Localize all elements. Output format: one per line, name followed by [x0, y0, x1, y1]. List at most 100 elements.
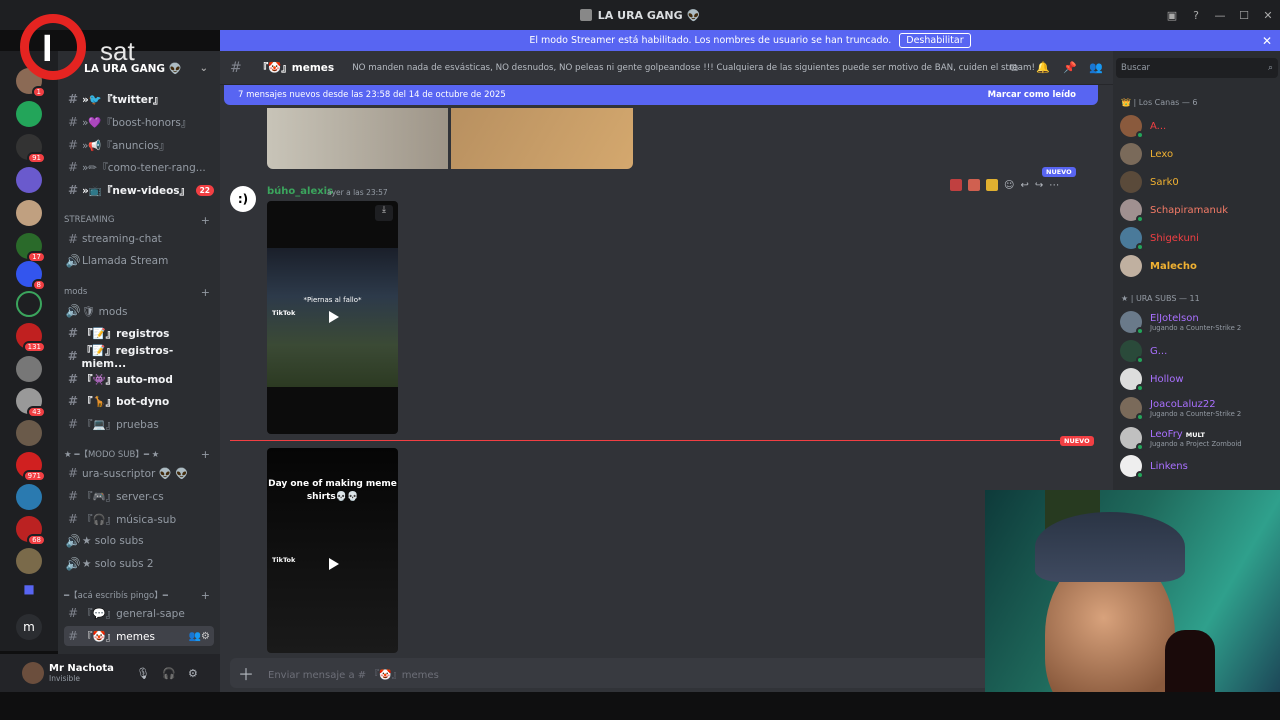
attachment-image[interactable]: [267, 108, 448, 169]
category-streaming[interactable]: STREAMING +: [64, 213, 214, 227]
logo-ring: [20, 14, 86, 80]
member-item[interactable]: A...: [1120, 113, 1280, 139]
close-banner-icon[interactable]: ✕: [1262, 34, 1272, 48]
search-input[interactable]: Buscar ⌕: [1116, 58, 1278, 78]
attachment-image[interactable]: [451, 108, 633, 169]
channel-topic[interactable]: NO manden nada de esvásticas, NO desnudo…: [352, 63, 1035, 73]
attach-plus-icon[interactable]: ＋: [238, 661, 254, 685]
member-item[interactable]: Lexo: [1120, 141, 1280, 167]
server-icon-11[interactable]: 43: [16, 388, 46, 418]
bell-icon[interactable]: 🔔: [1036, 61, 1050, 74]
add-channel-icon[interactable]: +: [201, 589, 210, 602]
member-item[interactable]: Sark0: [1120, 169, 1280, 195]
member-item[interactable]: Shigekuni: [1120, 225, 1280, 251]
server-icon-10[interactable]: [16, 356, 42, 382]
channel-registros-miembros[interactable]: # 『📝』registros-miem...: [64, 345, 214, 370]
threads-icon[interactable]: ⧉: [1010, 61, 1018, 75]
message-author[interactable]: búho_alexis: [267, 186, 333, 197]
add-channel-icon[interactable]: +: [201, 448, 210, 461]
pin-icon[interactable]: 📌: [1063, 61, 1077, 74]
minimize-icon[interactable]: —: [1208, 9, 1232, 22]
server-icon-9[interactable]: 131: [16, 323, 46, 353]
avatar[interactable]: :): [230, 186, 256, 212]
member-item[interactable]: Schapiramanuk: [1120, 197, 1280, 223]
channel-anuncios[interactable]: # »📢『anuncios』: [64, 135, 214, 155]
video-attachment[interactable]: Day one of making meme shirts💀💀 TikTok: [267, 448, 398, 653]
channel-server-cs[interactable]: # 『🎮』server-cs: [64, 486, 214, 506]
channel-solo-subs[interactable]: 🔊 ★ solo subs: [64, 531, 214, 551]
disable-streamer-button[interactable]: Deshabilitar: [899, 33, 971, 48]
members-icon[interactable]: 👥: [1089, 61, 1103, 74]
server-icon-14[interactable]: [16, 484, 42, 510]
settings-gear-icon[interactable]: ⚙: [188, 667, 198, 680]
folder-icon[interactable]: ■: [16, 582, 42, 608]
more-icon[interactable]: ⋯: [1049, 180, 1059, 191]
server-icon-m[interactable]: m: [16, 614, 42, 640]
category-aca-escribis[interactable]: ━【acá escribís pingo】━ +: [64, 588, 214, 602]
server-icon-12[interactable]: [16, 420, 42, 446]
server-icon-3[interactable]: 91: [16, 134, 46, 164]
add-reaction-icon[interactable]: ☺: [1004, 180, 1014, 191]
channel-solo-subs-2[interactable]: 🔊 ★ solo subs 2: [64, 554, 214, 574]
maximize-icon[interactable]: ☐: [1232, 9, 1256, 22]
play-icon[interactable]: [329, 558, 339, 570]
channel-streaming-chat[interactable]: # streaming-chat: [64, 229, 214, 249]
channel-musica-sub[interactable]: # 『🎧』música-sub: [64, 509, 214, 529]
member-name: LeoFry: [1150, 428, 1183, 440]
reaction-emoji[interactable]: [968, 179, 980, 191]
member-item[interactable]: LeoFry MULT Jugando a Project Zomboid: [1120, 425, 1280, 451]
close-window-icon[interactable]: ✕: [1256, 9, 1280, 22]
channel-llamada-stream[interactable]: 🔊 Llamada Stream: [64, 251, 214, 271]
server-icon-16[interactable]: [16, 548, 42, 574]
server-icon-8[interactable]: [16, 291, 42, 317]
server-icon: [579, 9, 592, 21]
category-modo-sub[interactable]: ★ ━【MODO SUB】━ ★ +: [64, 447, 214, 461]
headphones-icon[interactable]: 🎧: [162, 667, 176, 680]
add-channel-icon[interactable]: +: [201, 286, 210, 299]
channel-bot-dyno[interactable]: # 『🦒』bot-dyno: [64, 391, 214, 411]
server-icon-5[interactable]: [16, 200, 42, 226]
avatar[interactable]: [22, 662, 44, 684]
server-icon-7[interactable]: 8: [16, 261, 46, 291]
channel-twitter[interactable]: # »🐦『twitter』: [64, 89, 214, 109]
channel-pruebas[interactable]: # 『💻』pruebas: [64, 414, 214, 434]
play-icon[interactable]: [329, 311, 339, 323]
channel-mods[interactable]: 🔊 🛡 mods: [64, 301, 214, 321]
channel-settings-icon[interactable]: 👥⚙: [189, 631, 210, 642]
inbox-icon[interactable]: ▣: [1160, 9, 1184, 22]
member-item[interactable]: Linkens: [1120, 453, 1280, 479]
member-item[interactable]: G...: [1120, 338, 1280, 364]
mark-as-read-button[interactable]: Marcar como leído: [988, 90, 1076, 100]
channel-new-videos[interactable]: # »📺『new-videos』 22: [64, 180, 214, 200]
channel-general-sape[interactable]: # 『💬』general-sape: [64, 603, 214, 623]
download-icon[interactable]: ⤓: [375, 205, 393, 221]
new-messages-bar[interactable]: 7 mensajes nuevos desde las 23:58 del 14…: [224, 85, 1098, 105]
microphone-icon[interactable]: 🎙: [136, 667, 150, 680]
channel-label: 『📝』registros: [82, 327, 170, 340]
server-icon-4[interactable]: [16, 167, 42, 193]
server-icon-6[interactable]: 17: [16, 233, 46, 263]
add-channel-icon[interactable]: +: [201, 214, 210, 227]
channel-memes[interactable]: # 『🤡』memes 👥⚙: [64, 626, 214, 646]
channel-auto-mod[interactable]: # 『👾』auto-mod: [64, 369, 214, 389]
member-item[interactable]: JoacoLaluz22 Jugando a Counter-Strike 2: [1120, 395, 1280, 421]
member-item[interactable]: Malecho: [1120, 253, 1280, 279]
server-icon-13[interactable]: 971: [16, 452, 46, 482]
server-icon-2[interactable]: [16, 101, 42, 127]
channel-ura-suscriptor[interactable]: # ura-suscriptor 👽 👽: [64, 463, 214, 483]
server-icon-15[interactable]: 68: [16, 516, 46, 546]
composer-placeholder[interactable]: Enviar mensaje a # 『🤡』memes: [268, 666, 439, 681]
category-mods[interactable]: mods +: [64, 285, 214, 299]
member-item[interactable]: Hollow: [1120, 366, 1280, 392]
reaction-emoji[interactable]: [950, 179, 962, 191]
channel-boost-honors[interactable]: # »💜『boost-honors』: [64, 112, 214, 132]
reply-icon[interactable]: ↩: [1020, 180, 1028, 191]
message-composer[interactable]: ＋ Enviar mensaje a # 『🤡』memes 🎁: [230, 658, 1190, 688]
forward-icon[interactable]: ↪: [1035, 180, 1043, 191]
channel-registros[interactable]: # 『📝』registros: [64, 323, 214, 343]
channel-como-tener-rango[interactable]: # »✏『como-tener-rang...: [64, 157, 214, 177]
reaction-emoji[interactable]: [986, 179, 998, 191]
help-icon[interactable]: ?: [1184, 9, 1208, 22]
video-attachment[interactable]: ⤓ *Piernas al fallo* TikTok: [267, 201, 398, 434]
member-item[interactable]: ElJotelson Jugando a Counter-Strike 2: [1120, 309, 1280, 335]
